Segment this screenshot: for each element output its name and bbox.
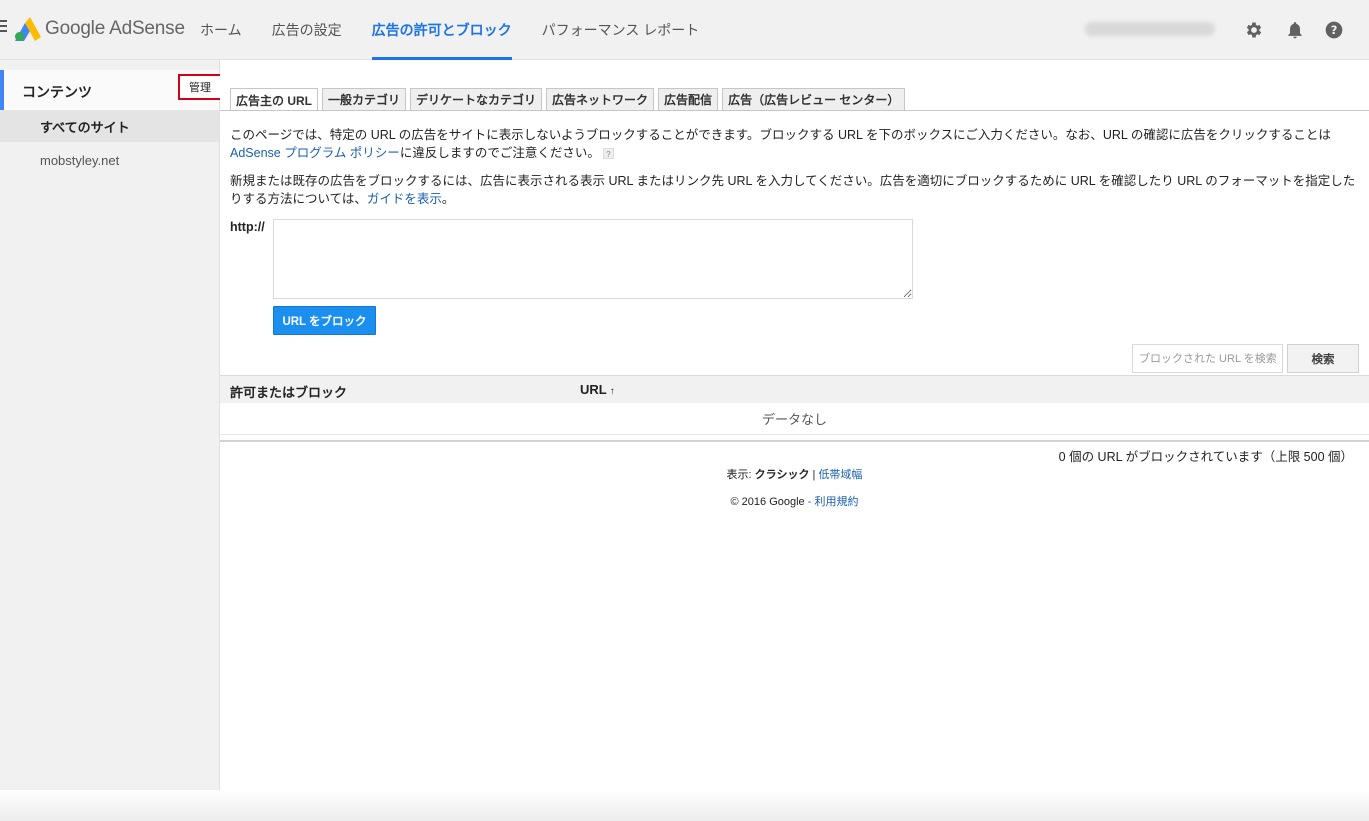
table-header: 許可またはブロック URL ↑ [220,375,1369,403]
top-bar: Google AdSense ホーム 広告の設定 広告の許可とブロック パフォー… [0,0,1369,60]
sort-ascending-icon: ↑ [609,386,615,397]
view-low-bandwidth-link[interactable]: 低帯域幅 [818,469,862,481]
tab-bar: 広告主の URL 一般カテゴリ デリケートなカテゴリ 広告ネットワーク 広告配信… [230,88,909,111]
column-url[interactable]: URL ↑ [580,382,615,397]
column-allow-or-block[interactable]: 許可またはブロック [230,382,347,401]
bell-icon[interactable] [1284,19,1306,41]
block-url-button[interactable]: URL をブロック [273,306,376,335]
menu-icon[interactable] [0,20,7,36]
intro-paragraph: このページでは、特定の URL の広告をサイトに表示しないようブロックすることが… [230,126,1360,162]
bottom-fade [0,790,1369,821]
main-nav: ホーム 広告の設定 広告の許可とブロック パフォーマンス レポート [185,0,714,60]
sidebar-item-all-sites[interactable]: すべてのサイト [0,110,219,142]
intro-text: このページでは、特定の URL の広告をサイトに表示しないようブロックすることが… [230,128,1331,142]
account-email[interactable] [1085,22,1215,36]
blocked-url-search-input[interactable] [1132,344,1283,373]
table-footer-divider [220,440,1369,442]
tab-ad-networks[interactable]: 広告ネットワーク [546,88,655,110]
adsense-policy-link[interactable]: AdSense プログラム ポリシー [230,146,400,160]
help-icon[interactable]: ? [1323,19,1345,41]
http-prefix-label: http:// [230,220,265,234]
sidebar-item-label: すべてのサイト [40,119,130,135]
svg-text:?: ? [1331,23,1338,37]
column-url-label: URL [580,382,607,397]
search-button[interactable]: 検索 [1287,344,1359,373]
tab-ad-review-center[interactable]: 広告（広告レビュー センター） [722,88,906,110]
adsense-logo-icon [15,17,41,41]
nav-performance-reports[interactable]: パフォーマンス レポート [527,0,715,60]
sidebar-content-header: コンテンツ 管理 [0,70,222,110]
view-classic: クラシック [754,469,810,481]
help-icon[interactable]: ? [602,148,614,160]
instructions-paragraph: 新規または既存の広告をブロックするには、広告に表示される表示 URL またはリン… [230,172,1360,208]
view-mode-switcher: 表示: クラシック | 低帯域幅 [220,466,1369,482]
sidebar: コンテンツ 管理 すべてのサイト mobstyley.net [0,60,222,821]
adsense-logo[interactable]: Google AdSense [15,16,185,42]
nav-allow-block-ads[interactable]: 広告の許可とブロック [357,0,527,60]
copyright-line: © 2016 Google - 利用規約 [220,493,1369,509]
tab-advertiser-urls[interactable]: 広告主の URL [230,88,318,111]
main-content: 広告主の URL 一般カテゴリ デリケートなカテゴリ 広告ネットワーク 広告配信… [220,60,1369,821]
url-textarea[interactable] [273,219,913,299]
logo-text: Google AdSense [45,18,185,39]
tab-ad-serving[interactable]: 広告配信 [658,88,719,110]
copyright-dash: - [804,496,815,508]
tab-general-categories[interactable]: 一般カテゴリ [322,88,407,110]
tab-sensitive-categories[interactable]: デリケートなカテゴリ [410,88,543,110]
terms-link[interactable]: 利用規約 [814,496,858,508]
view-guide-link[interactable]: ガイドを表示 [367,192,442,206]
blocked-url-count: 0 個の URL がブロックされています（上限 500 個） [1058,450,1353,464]
copyright-text: © 2016 Google [730,496,805,508]
sidebar-item-site[interactable]: mobstyley.net [0,144,219,176]
nav-ad-settings[interactable]: 広告の設定 [257,0,357,60]
view-prefix: 表示: [726,469,755,481]
nav-home[interactable]: ホーム [185,0,257,60]
sidebar-title: コンテンツ [22,84,92,100]
gear-icon[interactable] [1243,19,1265,41]
instructions-text-after: 。 [441,192,455,206]
intro-text-after: に違反しますのでご注意ください。 [399,146,600,160]
tab-divider [220,110,1369,111]
manage-button[interactable]: 管理 [178,74,222,100]
empty-table-row: データなし [220,403,1369,435]
sidebar-item-label: mobstyley.net [40,152,120,168]
